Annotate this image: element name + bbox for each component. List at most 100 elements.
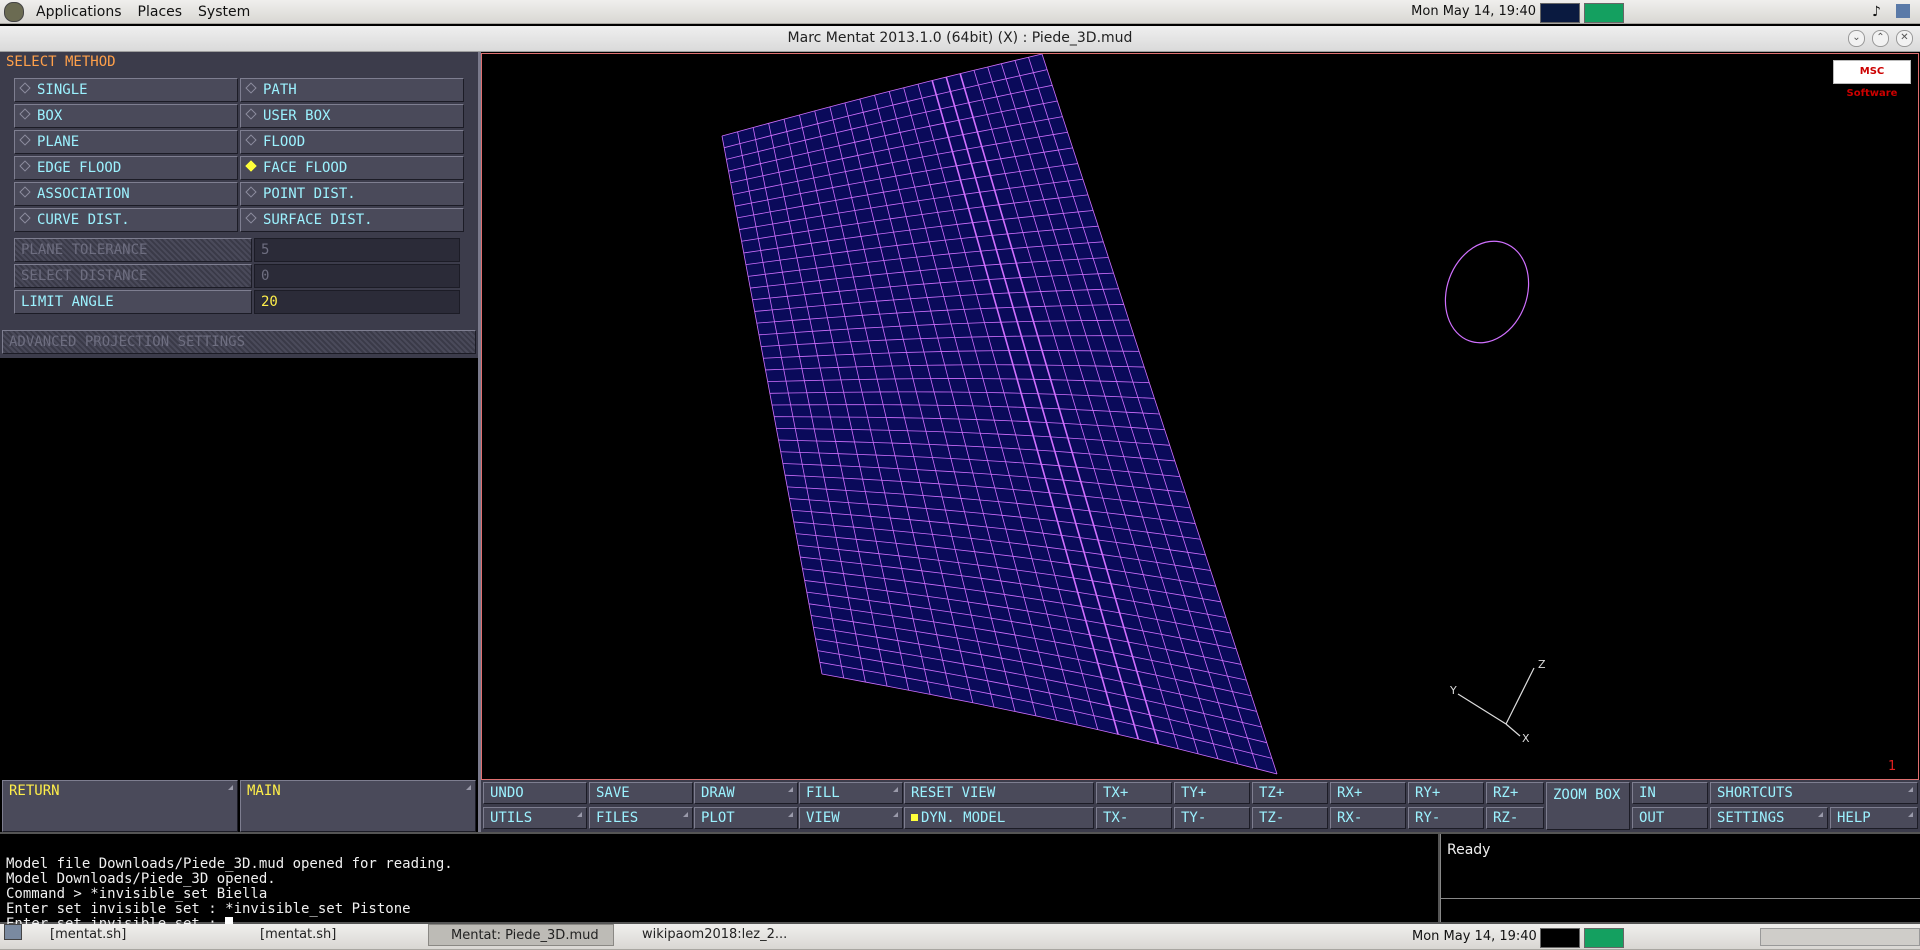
select-curve-dist-button[interactable]: CURVE DIST.: [14, 208, 238, 232]
submenu-corner-icon: [788, 812, 793, 817]
memory-monitor[interactable]: [1584, 3, 1624, 23]
toolbar-help-button[interactable]: HELP: [1830, 807, 1918, 829]
system-menu[interactable]: System: [190, 4, 258, 20]
toolbar-tz-plus-button[interactable]: TZ+: [1252, 782, 1328, 804]
zoom-box-button[interactable]: ZOOM BOX: [1546, 782, 1630, 830]
taskbar-item-mentat-sh-1[interactable]: [mentat.sh]: [28, 924, 228, 946]
applications-menu[interactable]: Applications: [28, 4, 130, 20]
taskbar-item-mentat-window[interactable]: Mentat: Piede_3D.mud: [428, 924, 614, 946]
submenu-corner-icon: [788, 787, 793, 792]
toolbar-label: RESET VIEW: [911, 785, 996, 801]
limit-angle-field[interactable]: 20: [254, 290, 460, 314]
select-edge-flood-button[interactable]: EDGE FLOOD: [14, 156, 238, 180]
toolbar-files-button[interactable]: FILES: [589, 807, 693, 829]
toolbar-label: TZ-: [1259, 810, 1285, 826]
select-surface-dist-button[interactable]: SURFACE DIST.: [240, 208, 464, 232]
toolbar-rz-minus-button[interactable]: RZ-: [1486, 807, 1544, 829]
taskbar-item-browser[interactable]: wikipaom2018:lez_2...: [620, 924, 820, 946]
toolbar-tz-minus-button[interactable]: TZ-: [1252, 807, 1328, 829]
toolbar-dyn-model-button[interactable]: DYN. MODEL: [904, 807, 1094, 829]
status-area: Ready: [1440, 834, 1920, 898]
select-single-button[interactable]: SINGLE: [14, 78, 238, 102]
select-method-label: SURFACE DIST.: [263, 212, 373, 228]
toolbar-rz-plus-button[interactable]: RZ+: [1486, 782, 1544, 804]
toolbar-label: DYN. MODEL: [921, 810, 1006, 826]
command-line: Enter set invisible set : *invisible_set…: [6, 901, 411, 917]
toolbar-draw-button[interactable]: DRAW: [694, 782, 798, 804]
graphics-viewport[interactable]: MSC Software Y Z X 1: [481, 53, 1919, 780]
toolbar-save-button[interactable]: SAVE: [589, 782, 693, 804]
radio-diamond-icon: [245, 82, 257, 94]
toolbar-shortcuts-button[interactable]: SHORTCUTS: [1710, 782, 1918, 804]
window-titlebar[interactable]: Marc Mentat 2013.1.0 (64bit) (X) : Piede…: [0, 26, 1920, 52]
workspace-switcher[interactable]: [1760, 928, 1920, 946]
cpu-monitor[interactable]: [1540, 3, 1580, 23]
select-flood-button[interactable]: FLOOD: [240, 130, 464, 154]
select-point-dist-button[interactable]: POINT DIST.: [240, 182, 464, 206]
toolbar-label: FILL: [806, 785, 840, 801]
bottom-clock[interactable]: Mon May 14, 19:40: [1412, 928, 1537, 946]
select-path-button[interactable]: PATH: [240, 78, 464, 102]
cpu-monitor-bottom[interactable]: [1540, 928, 1580, 948]
return-button[interactable]: RETURN: [2, 780, 238, 832]
select-box-button[interactable]: BOX: [14, 104, 238, 128]
toolbar-label: RZ-: [1493, 810, 1519, 826]
toolbar-ty-plus-button[interactable]: TY+: [1174, 782, 1250, 804]
toolbar-plot-button[interactable]: PLOT: [694, 807, 798, 829]
toolbar-ry-minus-button[interactable]: RY-: [1408, 807, 1484, 829]
toolbar-rx-plus-button[interactable]: RX+: [1330, 782, 1406, 804]
toolbar-undo-button[interactable]: UNDO: [483, 782, 587, 804]
taskbar-item-mentat-sh-2[interactable]: [mentat.sh]: [238, 924, 418, 946]
maximize-button[interactable]: ⌃: [1872, 30, 1889, 47]
select-method-label: CURVE DIST.: [37, 212, 130, 228]
toolbar-label: DRAW: [701, 785, 735, 801]
toolbar-view-button[interactable]: VIEW: [799, 807, 903, 829]
select-method-label: EDGE FLOOD: [37, 160, 122, 176]
toolbar-in-button[interactable]: IN: [1632, 782, 1708, 804]
select-method-label: FACE FLOOD: [263, 160, 348, 176]
network-icon[interactable]: [1896, 4, 1910, 18]
minimize-button[interactable]: ⌄: [1848, 30, 1865, 47]
panel-empty-area: [0, 358, 478, 780]
close-button[interactable]: ✕: [1896, 30, 1913, 47]
select-user-box-button[interactable]: USER BOX: [240, 104, 464, 128]
toolbar-fill-button[interactable]: FILL: [799, 782, 903, 804]
toolbar-tx-minus-button[interactable]: TX-: [1096, 807, 1172, 829]
select-method-label: PATH: [263, 82, 297, 98]
main-button[interactable]: MAIN: [240, 780, 476, 832]
top-clock[interactable]: Mon May 14, 19:40: [1411, 4, 1536, 19]
toolbar-settings-button[interactable]: SETTINGS: [1710, 807, 1828, 829]
select-plane-button[interactable]: PLANE: [14, 130, 238, 154]
toolbar-label: RY-: [1415, 810, 1441, 826]
mesh-end-cap: [1444, 240, 1530, 344]
toolbar-label: VIEW: [806, 810, 840, 826]
toolbar-label: HELP: [1837, 810, 1871, 826]
toolbar-tx-plus-button[interactable]: TX+: [1096, 782, 1172, 804]
volume-icon[interactable]: ♪: [1872, 4, 1881, 20]
msc-software-logo: MSC Software: [1833, 60, 1911, 99]
top-panel: Applications Places System Mon May 14, 1…: [0, 0, 1920, 24]
memory-monitor-bottom[interactable]: [1584, 928, 1624, 948]
select-distance-label: SELECT DISTANCE: [14, 264, 252, 288]
select-face-flood-button[interactable]: FACE FLOOD: [240, 156, 464, 180]
command-line: Model file Downloads/Piede_3D.mud opened…: [6, 856, 453, 872]
toolbar-label: SAVE: [596, 785, 630, 801]
gnome-foot-icon[interactable]: [4, 1, 24, 22]
toolbar-label: RX-: [1337, 810, 1363, 826]
toolbar-reset-view-button[interactable]: RESET VIEW: [904, 782, 1094, 804]
toolbar-label: TX+: [1103, 785, 1129, 801]
limit-angle-button[interactable]: LIMIT ANGLE: [14, 290, 252, 314]
toolbar-ry-plus-button[interactable]: RY+: [1408, 782, 1484, 804]
select-method-label: BOX: [37, 108, 63, 124]
toolbar-label: RZ+: [1493, 785, 1519, 801]
places-menu[interactable]: Places: [130, 4, 191, 20]
select-association-button[interactable]: ASSOCIATION: [14, 182, 238, 206]
toolbar-label: PLOT: [701, 810, 735, 826]
toolbar-ty-minus-button[interactable]: TY-: [1174, 807, 1250, 829]
toolbar-out-button[interactable]: OUT: [1632, 807, 1708, 829]
command-output[interactable]: Model file Downloads/Piede_3D.mud opened…: [0, 834, 1438, 932]
toolbar-rx-minus-button[interactable]: RX-: [1330, 807, 1406, 829]
radio-diamond-icon: [245, 108, 257, 120]
toolbar-utils-button[interactable]: UTILS: [483, 807, 587, 829]
radio-diamond-icon: [19, 134, 31, 146]
